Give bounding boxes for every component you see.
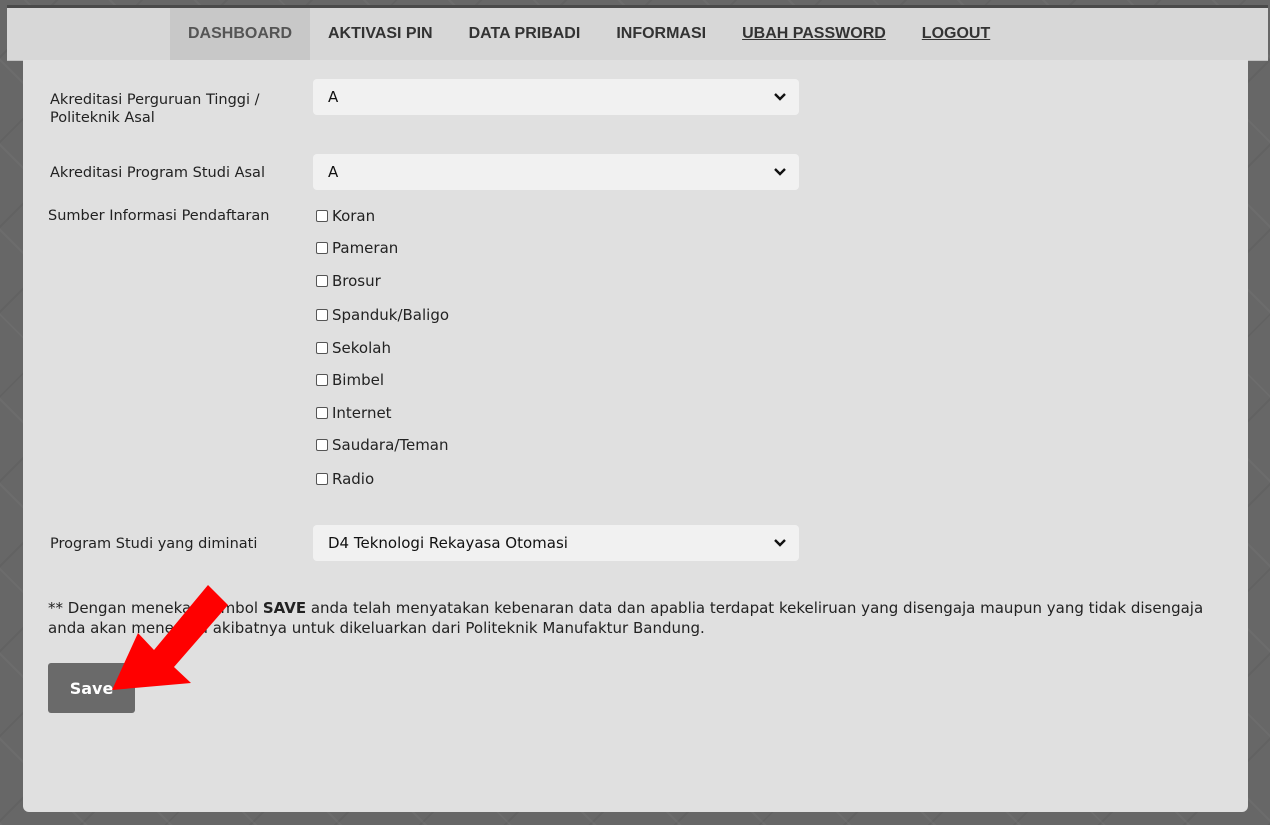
checkbox-box[interactable] bbox=[316, 309, 328, 321]
checkbox-sekolah[interactable]: Sekolah bbox=[316, 338, 391, 358]
prodi-diminati-select[interactable]: D4 Teknologi Rekayasa Otomasi bbox=[313, 525, 799, 561]
nav-ubah-password[interactable]: UBAH PASSWORD bbox=[724, 8, 904, 60]
akreditasi-prodi-label: Akreditasi Program Studi Asal bbox=[50, 165, 265, 181]
checkbox-label: Pameran bbox=[332, 239, 399, 257]
nav-dashboard[interactable]: DASHBOARD bbox=[170, 8, 310, 60]
checkbox-box[interactable] bbox=[316, 210, 328, 222]
checkbox-brosur[interactable]: Brosur bbox=[316, 271, 381, 291]
checkbox-label: Internet bbox=[332, 404, 392, 422]
nav-data-pribadi[interactable]: DATA PRIBADI bbox=[451, 8, 599, 60]
akreditasi-prodi-select[interactable]: A bbox=[313, 154, 799, 190]
nav-logout[interactable]: LOGOUT bbox=[904, 8, 1008, 60]
checkbox-label: Sekolah bbox=[332, 339, 391, 357]
prodi-diminati-label: Program Studi yang diminati bbox=[50, 536, 258, 552]
checkbox-box[interactable] bbox=[316, 473, 328, 485]
sumber-info-label: Sumber Informasi Pendaftaran bbox=[48, 208, 270, 224]
checkbox-label: Brosur bbox=[332, 272, 381, 290]
checkbox-spanduk-baligo[interactable]: Spanduk/Baligo bbox=[316, 305, 449, 325]
akreditasi-pt-label: Akreditasi Perguruan Tinggi / Politeknik… bbox=[50, 92, 260, 126]
checkbox-label: Saudara/Teman bbox=[332, 436, 449, 454]
checkbox-pameran[interactable]: Pameran bbox=[316, 238, 398, 258]
prodi-diminati-value: D4 Teknologi Rekayasa Otomasi bbox=[328, 534, 568, 552]
checkbox-box[interactable] bbox=[316, 275, 328, 287]
checkbox-box[interactable] bbox=[316, 242, 328, 254]
akreditasi-pt-value: A bbox=[328, 88, 339, 106]
checkbox-koran[interactable]: Koran bbox=[316, 206, 375, 226]
checkbox-box[interactable] bbox=[316, 407, 328, 419]
checkbox-label: Bimbel bbox=[332, 371, 384, 389]
notice-prefix: ** Dengan menekan tombol bbox=[48, 599, 263, 617]
checkbox-internet[interactable]: Internet bbox=[316, 403, 392, 423]
akreditasi-pt-select[interactable]: A bbox=[313, 79, 799, 115]
nav-list: DASHBOARD AKTIVASI PIN DATA PRIBADI INFO… bbox=[170, 8, 1008, 60]
nav-aktivasi-pin[interactable]: AKTIVASI PIN bbox=[310, 8, 451, 60]
notice-bold: SAVE bbox=[262, 599, 307, 617]
nav-informasi[interactable]: INFORMASI bbox=[598, 8, 724, 60]
chevron-down-icon bbox=[773, 154, 787, 190]
checkbox-bimbel[interactable]: Bimbel bbox=[316, 370, 384, 390]
akreditasi-prodi-value: A bbox=[328, 163, 339, 181]
chevron-down-icon bbox=[773, 525, 787, 561]
checkbox-saudara-teman[interactable]: Saudara/Teman bbox=[316, 435, 449, 455]
checkbox-label: Spanduk/Baligo bbox=[332, 306, 450, 324]
checkbox-radio[interactable]: Radio bbox=[316, 469, 374, 489]
save-button[interactable]: Save bbox=[48, 663, 135, 713]
checkbox-label: Radio bbox=[332, 470, 375, 488]
chevron-down-icon bbox=[773, 79, 787, 115]
checkbox-box[interactable] bbox=[316, 342, 328, 354]
checkbox-box[interactable] bbox=[316, 439, 328, 451]
save-notice: ** Dengan menekan tombol SAVE anda telah… bbox=[48, 598, 1228, 638]
main-navbar: DASHBOARD AKTIVASI PIN DATA PRIBADI INFO… bbox=[7, 8, 1268, 61]
checkbox-box[interactable] bbox=[316, 374, 328, 386]
checkbox-label: Koran bbox=[332, 207, 376, 225]
